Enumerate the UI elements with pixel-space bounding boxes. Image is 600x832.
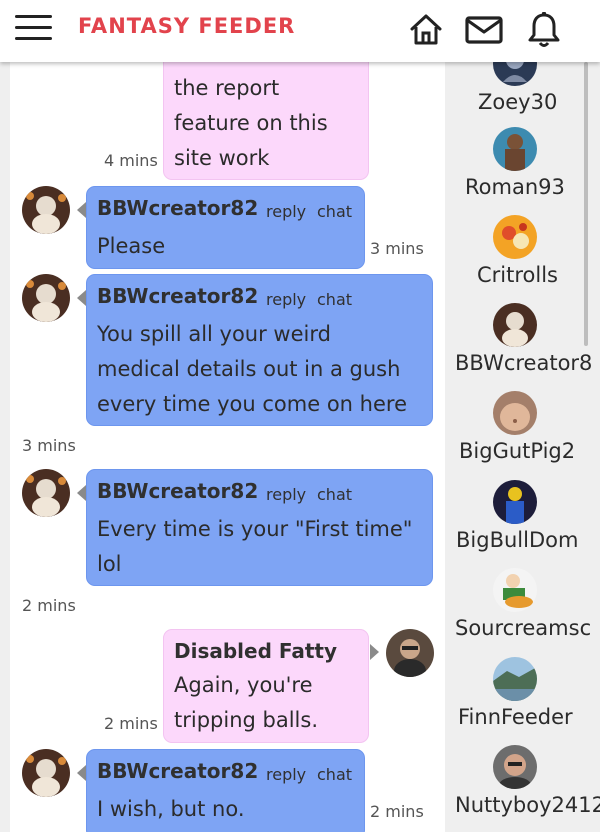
online-user-name[interactable]: Zoey30: [478, 90, 557, 114]
avatar[interactable]: [22, 469, 70, 517]
message-author[interactable]: BBWcreator82: [97, 196, 258, 220]
message-text: the report feature on this site work: [174, 76, 328, 170]
online-user[interactable]: FinnFeeder: [445, 657, 600, 745]
message-time: 3 mins: [370, 239, 424, 258]
message-text: Again, you're tripping balls.: [174, 673, 318, 732]
message-author[interactable]: BBWcreator82: [97, 479, 258, 503]
reply-link[interactable]: reply: [266, 202, 306, 221]
bubble-pointer: [77, 202, 86, 218]
online-user[interactable]: Critrolls: [445, 215, 600, 303]
online-user[interactable]: Sourcreamsc: [445, 568, 600, 656]
online-user-name[interactable]: FinnFeeder: [458, 705, 573, 729]
message-time: 2 mins: [370, 802, 424, 821]
chat-link[interactable]: chat: [317, 290, 352, 309]
hamburger-menu-icon[interactable]: [15, 15, 52, 41]
chat-message: the report feature on this site work: [163, 62, 369, 180]
bubble-pointer: [370, 644, 379, 660]
message-time: 3 mins: [22, 436, 76, 455]
online-user-name[interactable]: BigBullDom: [456, 528, 578, 552]
mail-icon[interactable]: [464, 10, 504, 50]
message-time: 4 mins: [104, 151, 158, 170]
chat-message: Disabled Fatty Again, you're tripping ba…: [163, 629, 369, 743]
chat-link[interactable]: chat: [317, 765, 352, 784]
avatar[interactable]: [493, 480, 537, 524]
bubble-pointer: [77, 765, 86, 781]
online-users-sidebar[interactable]: Zoey30 Roman93 Critrolls BBWcreator8 Big…: [445, 62, 600, 832]
reply-link[interactable]: reply: [266, 290, 306, 309]
avatar[interactable]: [493, 391, 537, 435]
home-icon[interactable]: [406, 10, 446, 50]
online-user-name[interactable]: Sourcreamsc: [455, 616, 591, 640]
message-text: Please: [97, 234, 166, 258]
avatar[interactable]: [493, 745, 537, 789]
bubble-pointer: [77, 290, 86, 306]
online-user-name[interactable]: Critrolls: [477, 263, 558, 287]
sidebar-scrollbar[interactable]: [584, 62, 588, 346]
chat-feed[interactable]: the report feature on this site work 4 m…: [10, 62, 445, 832]
reply-link[interactable]: reply: [266, 765, 306, 784]
avatar[interactable]: [493, 657, 537, 701]
chat-link[interactable]: chat: [317, 485, 352, 504]
bubble-pointer: [77, 485, 86, 501]
message-author[interactable]: BBWcreator82: [97, 759, 258, 783]
avatar[interactable]: [493, 127, 537, 171]
site-logo[interactable]: FANTASY FEEDER: [78, 14, 295, 38]
avatar[interactable]: [493, 215, 537, 259]
avatar[interactable]: [22, 274, 70, 322]
avatar[interactable]: [386, 629, 434, 677]
online-user[interactable]: Nuttyboy2412: [445, 745, 600, 832]
avatar[interactable]: [493, 303, 537, 347]
avatar[interactable]: [22, 749, 70, 797]
online-user-name[interactable]: Roman93: [465, 175, 565, 199]
avatar[interactable]: [22, 186, 70, 234]
bell-icon[interactable]: [524, 10, 564, 50]
online-user[interactable]: BigGutPig2: [445, 391, 600, 479]
avatar[interactable]: [493, 568, 537, 612]
message-text: Every time is your "First time" lol: [97, 517, 413, 576]
avatar[interactable]: [493, 62, 537, 86]
chat-link[interactable]: chat: [317, 202, 352, 221]
message-time: 2 mins: [104, 714, 158, 733]
online-user-name[interactable]: BigGutPig2: [459, 439, 575, 463]
top-bar: FANTASY FEEDER: [0, 0, 600, 62]
chat-message: BBWcreator82 reply chat I wish, but no.: [86, 749, 365, 832]
chat-message: BBWcreator82 reply chat You spill all yo…: [86, 274, 433, 426]
online-user-name[interactable]: Nuttyboy2412: [455, 793, 600, 817]
online-user[interactable]: Roman93: [445, 127, 600, 215]
chat-message: BBWcreator82 reply chat Please: [86, 186, 365, 269]
online-user[interactable]: BigBullDom: [445, 480, 600, 568]
message-text: I wish, but no.: [97, 797, 245, 821]
message-text: You spill all your weird medical details…: [97, 322, 407, 416]
message-author[interactable]: BBWcreator82: [97, 284, 258, 308]
online-user[interactable]: Zoey30: [445, 62, 600, 130]
message-author[interactable]: Disabled Fatty: [174, 639, 337, 663]
online-user[interactable]: BBWcreator8: [445, 303, 600, 391]
reply-link[interactable]: reply: [266, 485, 306, 504]
online-user-name[interactable]: BBWcreator8: [455, 351, 592, 375]
chat-message: BBWcreator82 reply chat Every time is yo…: [86, 469, 433, 586]
message-time: 2 mins: [22, 596, 76, 615]
